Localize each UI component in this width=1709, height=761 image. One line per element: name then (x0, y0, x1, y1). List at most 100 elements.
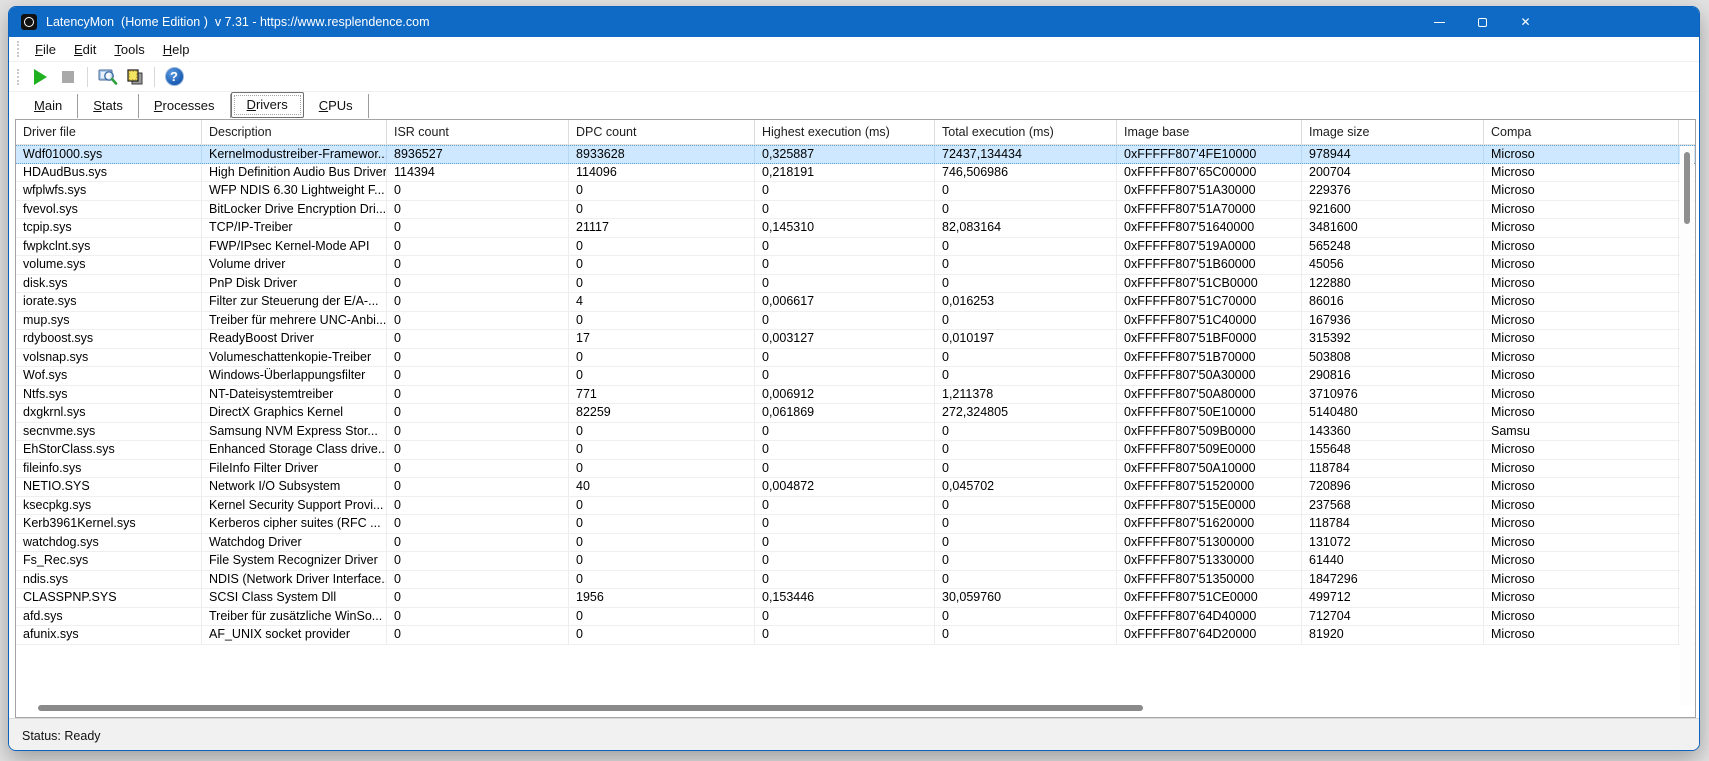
column-header-description[interactable]: Description (202, 120, 387, 144)
cell-isr-count: 0 (387, 348, 569, 366)
cell-description: FileInfo Filter Driver (202, 459, 387, 477)
table-row[interactable]: ndis.sys NDIS (Network Driver Interface..… (16, 570, 1695, 589)
cell-description: FWP/IPsec Kernel-Mode API (202, 237, 387, 255)
cell-image-size: 237568 (1302, 496, 1484, 514)
table-row[interactable]: wfplwfs.sys WFP NDIS 6.30 Lightweight F..… (16, 182, 1695, 201)
cell-image-size: 229376 (1302, 182, 1484, 200)
table-row[interactable]: Wof.sys Windows-Überlappungsfilter 0 0 0 0 0xF… (16, 367, 1695, 386)
cell-image-size: 315392 (1302, 330, 1484, 348)
column-header-compa[interactable]: Compa (1484, 120, 1679, 144)
close-button[interactable]: ✕ (1504, 7, 1547, 37)
table-row[interactable]: iorate.sys Filter zur Steuerung der E/A-.… (16, 293, 1695, 312)
cell-image-size: 499712 (1302, 589, 1484, 607)
cell-description: Volume driver (202, 256, 387, 274)
table-row[interactable]: volsnap.sys Volumeschattenkopie-Treiber 0 0… (16, 348, 1695, 367)
cell-compa: Microso (1484, 256, 1679, 274)
cell-dpc-count: 0 (569, 626, 755, 644)
menu-item-file[interactable]: File (26, 39, 65, 60)
report-button[interactable] (121, 64, 149, 90)
column-header-highest-execution-ms[interactable]: Highest execution (ms) (755, 120, 935, 144)
table-row[interactable]: Ntfs.sys NT-Dateisystemtreiber 0 771 0,00691… (16, 385, 1695, 404)
cell-description: Treiber für mehrere UNC-Anbi... (202, 311, 387, 329)
column-header-total-execution-ms[interactable]: Total execution (ms) (935, 120, 1117, 144)
table-row[interactable]: rdyboost.sys ReadyBoost Driver 0 17 0,003127… (16, 330, 1695, 349)
table-row[interactable]: watchdog.sys Watchdog Driver 0 0 0 0 0xFFFFF80… (16, 533, 1695, 552)
horizontal-scrollbar[interactable] (18, 702, 1678, 714)
column-header-image-size[interactable]: Image size (1302, 120, 1484, 144)
menu-item-tools[interactable]: Tools (105, 39, 153, 60)
vertical-scrollbar[interactable] (1680, 146, 1694, 706)
table-row[interactable]: tcpip.sys TCP/IP-Treiber 0 21117 0,145310 82,… (16, 219, 1695, 238)
column-header-driver-file[interactable]: Driver file (16, 120, 202, 144)
table-row[interactable]: CLASSPNP.SYS SCSI Class System Dll 0 1956 0,… (16, 589, 1695, 608)
tab-processes[interactable]: Processes (139, 94, 231, 118)
cell-total-execution-ms: 30,059760 (935, 589, 1117, 607)
cell-compa: Microso (1484, 478, 1679, 496)
cell-compa: Microso (1484, 330, 1679, 348)
cell-description: Kernelmodustreiber-Framewor... (202, 146, 387, 163)
cell-image-base: 0xFFFFF807'51A70000 (1117, 200, 1302, 218)
stop-monitor-button[interactable] (54, 64, 82, 90)
cell-highest-execution-ms: 0 (755, 552, 935, 570)
cell-driver-file: disk.sys (16, 274, 202, 292)
cell-dpc-count: 8933628 (569, 146, 755, 163)
table-row[interactable]: disk.sys PnP Disk Driver 0 0 0 0 0xFFFFF807'51… (16, 274, 1695, 293)
cell-driver-file: Wdf01000.sys (16, 146, 202, 163)
cell-isr-count: 0 (387, 200, 569, 218)
cell-image-size: 167936 (1302, 311, 1484, 329)
tab-cpus[interactable]: CPUs (304, 94, 369, 118)
table-row[interactable]: afunix.sys AF_UNIX socket provider 0 0 0 0 0xF… (16, 626, 1695, 645)
menu-item-edit[interactable]: Edit (65, 39, 105, 60)
table-row[interactable]: EhStorClass.sys Enhanced Storage Class dr… (16, 441, 1695, 460)
cell-compa: Microso (1484, 182, 1679, 200)
cell-description: DirectX Graphics Kernel (202, 404, 387, 422)
table-row[interactable]: Kerb3961Kernel.sys Kerberos cipher suites… (16, 515, 1695, 534)
status-bar: Status: Ready (9, 718, 1699, 750)
analyze-button[interactable] (93, 64, 121, 90)
cell-compa: Microso (1484, 459, 1679, 477)
cell-image-size: 5140480 (1302, 404, 1484, 422)
column-header-image-base[interactable]: Image base (1117, 120, 1302, 144)
cell-isr-count: 0 (387, 293, 569, 311)
table-row[interactable]: NETIO.SYS Network I/O Subsystem 0 40 0,00487… (16, 478, 1695, 497)
cell-description: Kernel Security Support Provi... (202, 496, 387, 514)
vertical-scrollbar-thumb[interactable] (1684, 152, 1690, 224)
table-row[interactable]: volume.sys Volume driver 0 0 0 0 0xFFFFF807'51… (16, 256, 1695, 275)
table-row[interactable]: Wdf01000.sys Kernelmodustreiber-Framewor.… (16, 145, 1695, 164)
cell-total-execution-ms: 1,211378 (935, 385, 1117, 403)
cell-image-size: 712704 (1302, 607, 1484, 625)
column-header-dpc-count[interactable]: DPC count (569, 120, 755, 144)
tab-drivers[interactable]: Drivers (230, 92, 304, 118)
table-row[interactable]: ksecpkg.sys Kernel Security Support Provi… (16, 496, 1695, 515)
column-header-isr-count[interactable]: ISR count (387, 120, 569, 144)
cell-dpc-count: 82259 (569, 404, 755, 422)
menu-item-help[interactable]: Help (154, 39, 199, 60)
start-monitor-button[interactable] (26, 64, 54, 90)
table-row[interactable]: HDAudBus.sys High Definition Audio Bus Dr… (16, 163, 1695, 182)
cell-highest-execution-ms: 0 (755, 274, 935, 292)
table-row[interactable]: dxgkrnl.sys DirectX Graphics Kernel 0 82259… (16, 404, 1695, 423)
cell-dpc-count: 0 (569, 515, 755, 533)
table-row[interactable]: mup.sys Treiber für mehrere UNC-Anbi... 0 0… (16, 311, 1695, 330)
table-row[interactable]: fvevol.sys BitLocker Drive Encryption Dri… (16, 200, 1695, 219)
table-row[interactable]: Fs_Rec.sys File System Recognizer Driver 0… (16, 552, 1695, 571)
help-button[interactable]: ? (160, 64, 188, 90)
cell-image-base: 0xFFFFF807'50A80000 (1117, 385, 1302, 403)
cell-image-base: 0xFFFFF807'51B70000 (1117, 348, 1302, 366)
table-row[interactable]: secnvme.sys Samsung NVM Express Stor... 0 0… (16, 422, 1695, 441)
cell-image-base: 0xFFFFF807'51CB0000 (1117, 274, 1302, 292)
table-row[interactable]: fileinfo.sys FileInfo Filter Driver 0 0 0 0 0x… (16, 459, 1695, 478)
cell-dpc-count: 0 (569, 496, 755, 514)
tab-main[interactable]: Main (19, 94, 79, 118)
cell-highest-execution-ms: 0,153446 (755, 589, 935, 607)
horizontal-scrollbar-thumb[interactable] (38, 705, 1143, 711)
table-row[interactable]: afd.sys Treiber für zusätzliche WinSo... 0… (16, 607, 1695, 626)
minimize-button[interactable] (1418, 7, 1461, 37)
cell-image-size: 978944 (1302, 146, 1484, 163)
cell-compa: Microso (1484, 219, 1679, 237)
cell-driver-file: ksecpkg.sys (16, 496, 202, 514)
tab-stats[interactable]: Stats (78, 94, 139, 118)
table-row[interactable]: fwpkclnt.sys FWP/IPsec Kernel-Mode API 0 0 0… (16, 237, 1695, 256)
maximize-button[interactable] (1461, 7, 1504, 37)
cell-dpc-count: 4 (569, 293, 755, 311)
